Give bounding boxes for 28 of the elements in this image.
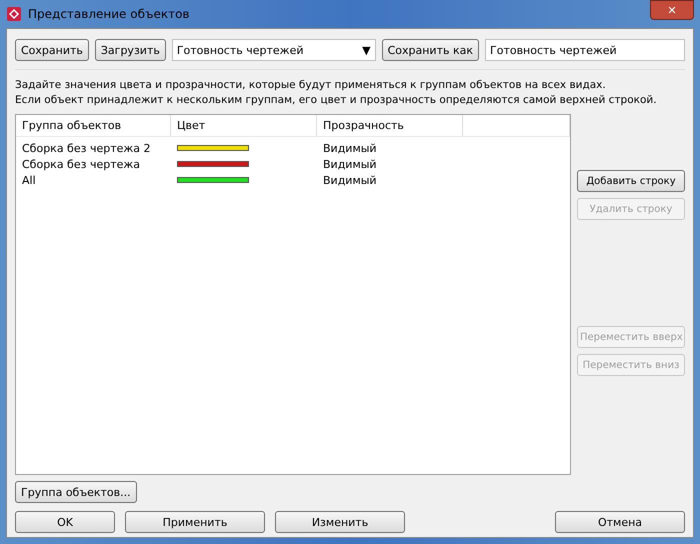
table-cell-text: Видимый [322, 172, 378, 188]
column-header[interactable]: Группа объектов [16, 115, 171, 137]
color-swatch[interactable] [177, 161, 249, 167]
close-button[interactable]: ✕ [650, 0, 694, 20]
table-cell-text: Сборка без чертежа [21, 156, 142, 172]
dialog-button[interactable]: Отмена [555, 511, 685, 533]
side-button[interactable]: Добавить строку [577, 170, 685, 192]
window-title: Представление объектов [28, 7, 190, 21]
table-cell-text: Видимый [322, 140, 378, 156]
table-cell-text: Сборка без чертежа 2 [21, 140, 152, 156]
name-field[interactable]: Готовность чертежей [485, 39, 685, 61]
object-group-button[interactable]: Группа объектов... [15, 481, 137, 503]
preset-dropdown[interactable]: Готовность чертежей ▼ [172, 39, 376, 61]
dialog-button[interactable]: Применить [125, 511, 265, 533]
instruction-text: Задайте значения цвета и прозрачности, которые будут применяться к группам объектов на всех видах. [15, 78, 607, 93]
save-as-button[interactable]: Сохранить как [382, 39, 479, 61]
instruction-text: Если объект принадлежит к нескольким группам, его цвет и прозрачность определяются самой верхней строкой. [15, 93, 658, 108]
dialog-button[interactable]: Изменить [275, 511, 405, 533]
color-swatch[interactable] [177, 177, 249, 183]
column-header[interactable]: Цвет [171, 115, 317, 137]
app-icon [6, 6, 22, 22]
save-button[interactable]: Сохранить [15, 39, 89, 61]
dialog-button[interactable]: OK [15, 511, 115, 533]
color-swatch[interactable] [177, 145, 249, 151]
table-cell-text: Видимый [322, 156, 378, 172]
table-cell-text: All [21, 172, 37, 188]
load-button[interactable]: Загрузить [94, 39, 166, 61]
column-header[interactable]: Прозрачность [317, 115, 463, 137]
